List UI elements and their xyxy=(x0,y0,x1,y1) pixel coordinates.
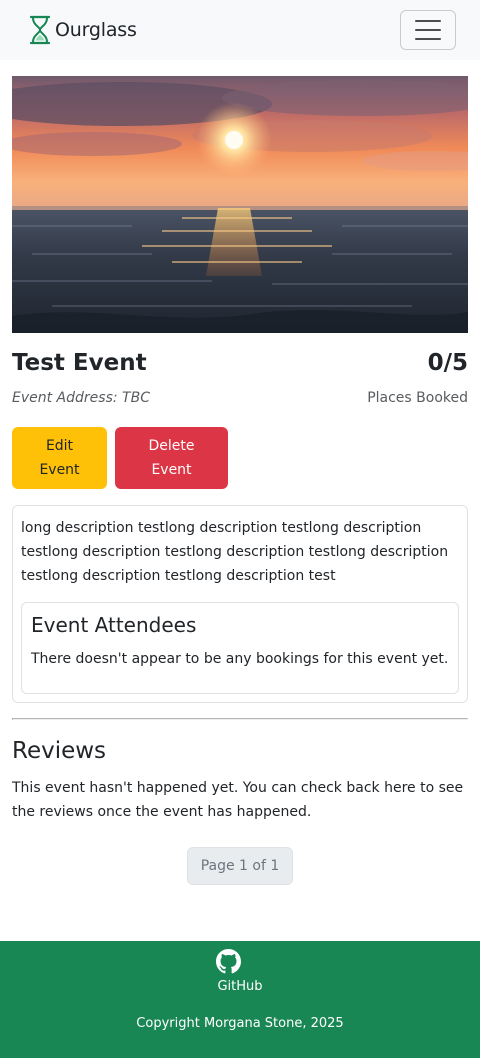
places-count: 0/5 xyxy=(427,350,468,376)
hourglass-icon xyxy=(28,15,52,45)
hamburger-menu-icon xyxy=(415,20,441,40)
reviews-text: This event hasn't happened yet. You can … xyxy=(12,780,464,820)
navbar: Ourglass xyxy=(0,0,480,60)
attendees-empty-text: There doesn't appear to be any bookings … xyxy=(31,651,449,667)
event-address: Event Address: TBC xyxy=(12,390,150,406)
event-description-card: long description testlong description te… xyxy=(12,505,468,703)
footer: GitHub Copyright Morgana Stone, 2025 xyxy=(0,941,480,1058)
brand-link[interactable]: Ourglass xyxy=(28,14,137,46)
copyright-text: Copyright Morgana Stone, 2025 xyxy=(136,1016,344,1031)
delete-button-label-line2: Event xyxy=(151,462,192,478)
brand-name: Ourglass xyxy=(55,19,137,41)
delete-button-label-line1: Delete xyxy=(148,438,195,454)
github-icon[interactable] xyxy=(216,949,241,974)
edit-button-label-line1: Edit xyxy=(45,438,74,454)
section-divider xyxy=(12,718,468,720)
menu-toggle-button[interactable] xyxy=(400,10,456,50)
pagination-label: Page 1 of 1 xyxy=(200,858,280,874)
event-description: long description testlong description te… xyxy=(21,520,449,584)
places-booked-label: Places Booked xyxy=(367,390,468,406)
event-image xyxy=(12,76,468,333)
edit-event-button[interactable]: Edit Event xyxy=(12,427,107,489)
sunset-over-ocean-photo xyxy=(12,76,468,333)
attendees-title: Event Attendees xyxy=(31,613,197,637)
pagination-indicator: Page 1 of 1 xyxy=(187,847,293,885)
reviews-title: Reviews xyxy=(12,738,107,764)
edit-button-label-line2: Event xyxy=(39,462,80,478)
event-attendees-card: Event Attendees There doesn't appear to … xyxy=(21,602,459,694)
github-link[interactable]: GitHub xyxy=(0,979,480,994)
event-title: Test Event xyxy=(12,350,147,376)
delete-event-button[interactable]: Delete Event xyxy=(115,427,228,489)
